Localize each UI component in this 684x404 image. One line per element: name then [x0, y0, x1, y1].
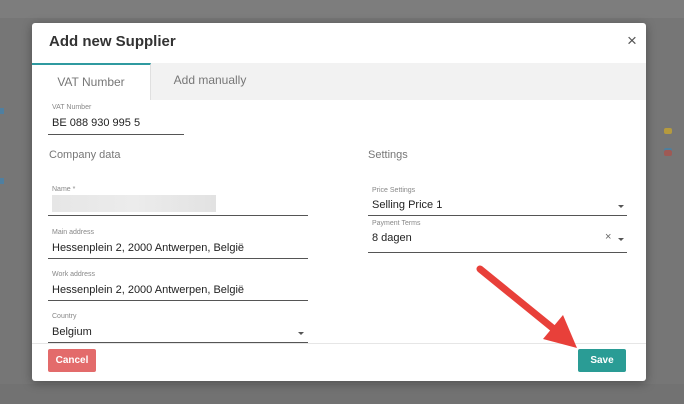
chevron-down-icon[interactable]	[618, 205, 624, 208]
dialog-body: VAT Number BE 088 930 995 5 Company data…	[32, 100, 646, 343]
country-select[interactable]: Country Belgium	[48, 313, 308, 343]
background-badge	[664, 128, 672, 134]
country-value: Belgium	[52, 326, 92, 338]
vat-number-label: VAT Number	[52, 104, 92, 111]
name-value-redacted	[52, 195, 216, 212]
price-settings-value: Selling Price 1	[372, 199, 443, 211]
dialog-title: Add new Supplier	[49, 33, 176, 50]
close-icon[interactable]: ×	[624, 32, 640, 50]
dialog-tabs: VAT Number Add manually	[32, 63, 646, 100]
background-header-strip	[0, 0, 684, 18]
tab-add-manually[interactable]: Add manually	[151, 63, 269, 100]
payment-terms-value: 8 dagen	[372, 232, 412, 244]
work-address-field[interactable]: Work address Hessenplein 2, 2000 Antwerp…	[48, 271, 308, 301]
work-address-label: Work address	[52, 271, 96, 278]
add-supplier-dialog: Add new Supplier × VAT Number Add manual…	[32, 23, 646, 381]
vat-number-value: BE 088 930 995 5	[52, 117, 141, 129]
chevron-down-icon[interactable]	[298, 332, 304, 335]
background-side-marker	[0, 178, 4, 184]
price-settings-label: Price Settings	[372, 187, 416, 194]
tab-vat-number[interactable]: VAT Number	[32, 63, 151, 100]
price-settings-select[interactable]: Price Settings Selling Price 1	[368, 187, 627, 216]
name-label: Name *	[52, 186, 76, 193]
background-side-marker	[0, 108, 4, 114]
main-address-value: Hessenplein 2, 2000 Antwerpen, België	[52, 242, 245, 254]
clear-icon[interactable]: ×	[605, 231, 611, 243]
save-button[interactable]: Save	[578, 349, 626, 372]
background-badge	[664, 150, 672, 156]
chevron-down-icon[interactable]	[618, 238, 624, 241]
name-field[interactable]: Name *	[48, 186, 308, 216]
dialog-footer: Cancel Save	[32, 343, 646, 381]
company-data-heading: Company data	[49, 149, 121, 161]
settings-heading: Settings	[368, 149, 408, 161]
vat-number-field[interactable]: VAT Number BE 088 930 995 5	[48, 104, 184, 135]
payment-terms-label: Payment Terms	[372, 220, 421, 227]
country-label: Country	[52, 313, 77, 320]
background-bottom-strip	[0, 384, 684, 404]
payment-terms-select[interactable]: Payment Terms 8 dagen ×	[368, 220, 627, 253]
work-address-value: Hessenplein 2, 2000 Antwerpen, België	[52, 284, 245, 296]
cancel-button[interactable]: Cancel	[48, 349, 96, 372]
main-address-field[interactable]: Main address Hessenplein 2, 2000 Antwerp…	[48, 229, 308, 259]
dialog-header: Add new Supplier ×	[32, 23, 646, 63]
main-address-label: Main address	[52, 229, 95, 236]
